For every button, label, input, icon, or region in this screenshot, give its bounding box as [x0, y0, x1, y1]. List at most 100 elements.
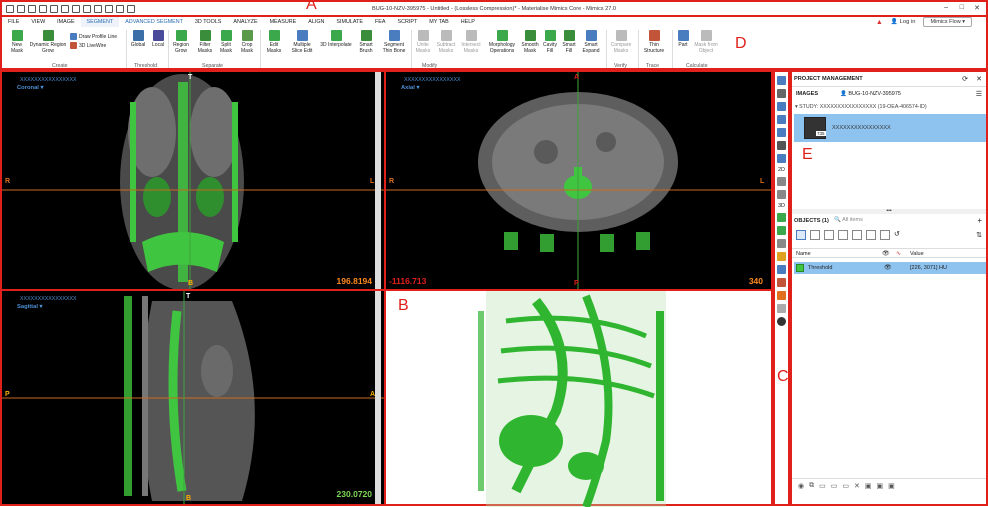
multiple-slice-edit-button[interactable]: Multiple Slice Edit [287, 30, 317, 54]
table-row[interactable]: Threshold 👁 [226, 3071] HU [794, 262, 986, 274]
segment-thin-bone-button[interactable]: Segment Thin Bone [379, 30, 409, 54]
zoom-icon[interactable] [777, 76, 786, 85]
close-panel-icon[interactable]: ✕ [976, 75, 982, 83]
menu-3d-tools[interactable]: 3D TOOLS [189, 17, 227, 27]
panel-splitter[interactable]: ••• [792, 209, 986, 214]
objects-search-input[interactable]: 🔍 All items [834, 217, 863, 223]
orientation-icon[interactable] [777, 278, 786, 287]
folder-filter-icon[interactable] [866, 230, 876, 240]
cube-icon[interactable] [777, 265, 786, 274]
notification-icon[interactable]: ▲ [876, 19, 883, 26]
menu-help[interactable]: HELP [455, 17, 481, 27]
undo-icon[interactable]: ↺ [894, 230, 904, 240]
3d-render-icon[interactable] [777, 213, 786, 222]
camera-icon[interactable] [777, 128, 786, 137]
smart-expand-button[interactable]: Smart Expand [580, 30, 602, 54]
contrast-icon[interactable] [777, 177, 786, 186]
filter-masks-button[interactable]: Filter Masks [194, 30, 216, 54]
new-folder-icon[interactable]: ▭ [831, 482, 838, 490]
viewport-axial[interactable]: XXXXXXXXXXXXXXXX Axial ▾ A P R L -1116.7… [385, 70, 773, 290]
measurements-filter-icon[interactable] [838, 230, 848, 240]
locate-icon[interactable]: ◉ [798, 482, 804, 490]
duplicate-icon[interactable]: ⧉ [809, 482, 814, 490]
intersect-masks-button[interactable]: Intersect Masks [458, 30, 484, 54]
menu-analyze[interactable]: ANALYZE [227, 17, 263, 27]
lighting-icon[interactable] [777, 252, 786, 261]
pan-icon[interactable] [777, 89, 786, 98]
merge-icon[interactable]: ▣ [865, 482, 872, 490]
menu-measure[interactable]: MEASURE [264, 17, 303, 27]
mask-color-swatch[interactable] [796, 264, 804, 272]
global-threshold-button[interactable]: Global [128, 30, 148, 49]
axial-view-selector[interactable]: Axial ▾ [401, 85, 419, 91]
image-filter-icon[interactable] [880, 230, 890, 240]
delete-icon[interactable]: ✕ [854, 482, 860, 490]
compare-masks-button[interactable]: Compare Masks [608, 30, 634, 54]
morphology-operations-button[interactable]: Morphology Operations [486, 30, 518, 54]
3d-interpolate-button[interactable]: 3D Interpolate [317, 30, 355, 49]
rotate-icon[interactable] [777, 102, 786, 111]
minimize-button[interactable]: – [944, 4, 948, 11]
viewport-3d[interactable]: B [385, 290, 773, 507]
sagittal-view-selector[interactable]: Sagittal ▾ [17, 304, 42, 310]
viewport-coronal[interactable]: XXXXXXXXXXXXXXXX Coronal ▾ T B R L 196.8… [0, 70, 385, 290]
contrast-toggle-icon[interactable] [777, 317, 786, 326]
split-mask-button[interactable]: Split Mask [217, 30, 235, 54]
menu-segment[interactable]: SEGMENT [80, 17, 120, 27]
curves-filter-icon[interactable] [852, 230, 862, 240]
new-mask-button[interactable]: New Mask [6, 30, 28, 54]
row-visibility-icon[interactable]: 👁 [884, 264, 892, 271]
menu-view[interactable]: VIEW [25, 17, 51, 27]
menu-simulate[interactable]: SIMULATE [330, 17, 369, 27]
reset-view-icon[interactable] [777, 115, 786, 124]
region-grow-button[interactable]: Region Grow [170, 30, 192, 54]
menu-align[interactable]: ALIGN [302, 17, 330, 27]
login-button[interactable]: 👤 Log in [891, 19, 916, 25]
window-level-icon[interactable] [777, 190, 786, 199]
cavity-fill-button[interactable]: Cavity Fill [541, 30, 559, 54]
layout-icon[interactable] [777, 141, 786, 150]
crosshair-icon[interactable] [777, 154, 786, 163]
thin-structure-button[interactable]: Thin Structure [640, 30, 668, 54]
smart-brush-button[interactable]: Smart Brush [356, 30, 376, 54]
clipping-icon[interactable] [777, 239, 786, 248]
copy-to-icon[interactable]: ▭ [842, 482, 849, 490]
close-button[interactable]: ✕ [974, 4, 980, 12]
smooth-mask-button[interactable]: Smooth Mask [520, 30, 540, 54]
subtract-masks-button[interactable]: Subtract Masks [434, 30, 458, 54]
slider-icon[interactable] [777, 304, 786, 313]
folder-icon[interactable]: ▭ [819, 482, 826, 490]
sagittal-scrollbar[interactable] [375, 291, 381, 504]
draw-profile-line-button[interactable]: Draw Profile Line [70, 33, 126, 40]
study-row[interactable]: ▾ STUDY: XXXXXXXXXXXXXXXX (19-OEA-406574… [795, 104, 927, 110]
transparency-icon[interactable] [777, 226, 786, 235]
menu-script[interactable]: SCRIPT [391, 17, 423, 27]
split-icon[interactable]: ▣ [876, 482, 883, 490]
dynamic-region-grow-button[interactable]: Dynamic Region Grow [28, 30, 68, 54]
add-object-icon[interactable]: + [977, 216, 982, 225]
export-icon[interactable]: ▣ [888, 482, 895, 490]
edit-masks-button[interactable]: Edit Masks [264, 30, 284, 54]
coronal-scrollbar[interactable] [375, 72, 381, 289]
image-selector[interactable]: 👤 BUG-10-NZV-395975 [840, 91, 901, 97]
menu-fea[interactable]: FEA [369, 17, 391, 27]
masks-filter-icon[interactable] [796, 230, 806, 240]
menu-advanced-segment[interactable]: ADVANCED SEGMENT [119, 17, 189, 27]
crop-mask-button[interactable]: Crop Mask [237, 30, 257, 54]
unite-masks-button[interactable]: Unite Masks [413, 30, 433, 54]
menu-my-tab[interactable]: MY TAB [423, 17, 454, 27]
series-item[interactable]: 735 XXXXXXXXXXXXXXXX [794, 114, 986, 142]
refresh-icon[interactable]: ⟳ [962, 75, 968, 83]
sort-icon[interactable]: ⇅ [976, 231, 982, 239]
images-menu-icon[interactable]: ☰ [976, 90, 982, 98]
workflow-dropdown[interactable]: Mimics Flow ▾ [923, 17, 972, 27]
smart-fill-button[interactable]: Smart Fill [560, 30, 578, 54]
parts-filter-icon[interactable] [810, 230, 820, 240]
part-button[interactable]: Part [674, 30, 692, 49]
objects-3d-filter-icon[interactable] [824, 230, 834, 240]
mask-from-object-button[interactable]: Mask from Object [692, 30, 720, 54]
coronal-view-selector[interactable]: Coronal ▾ [17, 85, 43, 91]
3d-livewire-button[interactable]: 3D LiveWire [70, 42, 126, 49]
viewport-sagittal[interactable]: XXXXXXXXXXXXXXXX Sagittal ▾ T B P A 230.… [0, 290, 385, 506]
menu-file[interactable]: FILE [2, 17, 25, 27]
